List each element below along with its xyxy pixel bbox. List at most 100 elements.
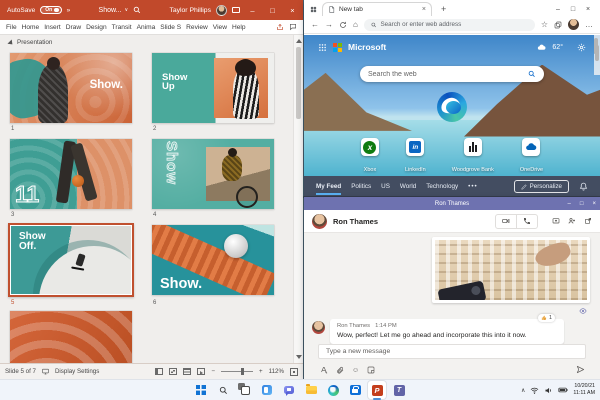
send-message-icon[interactable] xyxy=(576,365,585,374)
back-button[interactable]: ← xyxy=(311,20,319,29)
video-call-button[interactable] xyxy=(496,215,516,228)
format-icon[interactable] xyxy=(320,366,328,374)
clock[interactable]: 10/20/21 11:11 AM xyxy=(573,383,595,397)
profile-avatar[interactable] xyxy=(568,19,579,30)
task-view-button[interactable] xyxy=(236,381,254,399)
scrollbar-thumb[interactable] xyxy=(296,47,301,119)
file-explorer-button[interactable] xyxy=(302,381,320,399)
gear-icon[interactable] xyxy=(577,43,586,52)
ribbon-tab-slideshow[interactable]: Slide S xyxy=(160,24,181,31)
volume-icon[interactable] xyxy=(544,386,553,395)
minimize-button[interactable]: – xyxy=(245,0,260,20)
store-button[interactable] xyxy=(346,381,364,399)
slide-sorter-view-icon[interactable] xyxy=(169,368,177,375)
slideshow-view-icon[interactable] xyxy=(197,368,205,375)
new-tab-button[interactable]: + xyxy=(441,4,446,14)
display-settings-label[interactable]: Display Settings xyxy=(55,368,99,375)
ribbon-tab-insert[interactable]: Insert xyxy=(44,24,61,31)
account-name[interactable]: Taylor Phillips xyxy=(169,7,211,14)
battery-icon[interactable] xyxy=(558,385,568,395)
search-icon[interactable] xyxy=(133,6,141,14)
refresh-button[interactable] xyxy=(339,21,347,29)
fit-slide-to-window-icon[interactable] xyxy=(290,368,298,376)
tab-actions-icon[interactable] xyxy=(310,6,317,13)
share-icon[interactable] xyxy=(276,23,284,31)
favorites-icon[interactable]: ☆ xyxy=(541,20,548,29)
slide-thumbnail-3[interactable]: 11 xyxy=(10,139,132,209)
tab-close-icon[interactable]: × xyxy=(422,6,426,13)
display-settings-icon[interactable] xyxy=(42,368,49,375)
powerpoint-taskbar-button[interactable] xyxy=(368,381,386,399)
scrollbar-thumb[interactable] xyxy=(595,45,599,61)
ribbon-tab-file[interactable]: File xyxy=(6,24,17,31)
zoom-out-button[interactable]: − xyxy=(211,368,215,375)
tray-overflow-chevron[interactable]: ∧ xyxy=(521,387,525,394)
comments-icon[interactable] xyxy=(289,23,297,31)
add-participant-icon[interactable] xyxy=(568,217,576,225)
scroll-up-arrow[interactable] xyxy=(296,39,302,43)
slide-thumbnail-2[interactable]: Show Up xyxy=(152,53,274,123)
audio-call-button[interactable] xyxy=(516,215,537,228)
zoom-slider[interactable] xyxy=(221,371,253,372)
emoji-icon[interactable]: ☺ xyxy=(352,367,359,374)
feed-tab-politics[interactable]: Politics xyxy=(351,183,371,190)
teams-taskbar-button[interactable] xyxy=(390,381,408,399)
address-bar[interactable] xyxy=(364,19,535,31)
minimize-button[interactable]: – xyxy=(568,201,571,207)
page-scrollbar[interactable] xyxy=(594,35,600,75)
sender-avatar[interactable] xyxy=(312,321,325,334)
ribbon-display-options-icon[interactable] xyxy=(232,7,240,13)
temperature[interactable]: 62° xyxy=(552,44,563,51)
thumbs-up-reaction[interactable]: 1 xyxy=(538,314,555,322)
close-button[interactable]: × xyxy=(285,0,300,20)
widgets-button[interactable] xyxy=(258,381,276,399)
zoom-slider-handle[interactable] xyxy=(241,368,244,375)
shortcut-linkedin[interactable]: LinkedIn xyxy=(405,138,426,176)
settings-more-icon[interactable]: … xyxy=(585,20,593,29)
forward-button[interactable]: → xyxy=(325,20,333,29)
minimize-button[interactable]: – xyxy=(551,3,565,16)
bell-icon[interactable] xyxy=(579,182,588,191)
quick-access-overflow-button[interactable]: » xyxy=(67,7,71,14)
close-button[interactable]: × xyxy=(592,201,596,207)
feed-tab-technology[interactable]: Technology xyxy=(426,183,458,190)
screen-share-icon[interactable] xyxy=(552,217,560,225)
contact-name[interactable]: Ron Thames xyxy=(333,217,378,226)
contact-avatar[interactable] xyxy=(312,214,327,229)
message-input-box[interactable] xyxy=(318,344,586,359)
user-avatar[interactable] xyxy=(216,5,227,16)
section-header[interactable]: Presentation xyxy=(8,39,52,46)
message-input[interactable] xyxy=(326,348,578,355)
thumbnail-scrollbar[interactable] xyxy=(293,35,303,363)
web-search-input[interactable] xyxy=(368,71,528,78)
ribbon-tab-draw[interactable]: Draw xyxy=(66,24,81,31)
ribbon-tab-help[interactable]: Help xyxy=(232,24,246,31)
pop-out-icon[interactable] xyxy=(584,217,592,225)
ribbon-tab-transitions[interactable]: Transit xyxy=(112,24,132,31)
slide-thumbnail-6[interactable]: Show. xyxy=(152,225,274,295)
brand-label[interactable]: Microsoft xyxy=(348,42,386,52)
maximize-button[interactable]: □ xyxy=(580,201,584,207)
web-search-box[interactable] xyxy=(360,66,544,82)
shortcut-woodgrove-bank[interactable]: Woodgrove Bank xyxy=(452,138,494,176)
ribbon-tab-home[interactable]: Home xyxy=(22,24,40,31)
start-button[interactable] xyxy=(192,381,210,399)
ribbon-tab-view[interactable]: View xyxy=(213,24,227,31)
personalize-button[interactable]: Personalize xyxy=(514,180,569,193)
attach-paperclip-icon[interactable] xyxy=(336,366,344,374)
search-icon[interactable] xyxy=(528,70,536,78)
weather-cloud-icon[interactable] xyxy=(537,43,546,52)
feed-tab-us[interactable]: US xyxy=(381,183,390,190)
ribbon-tab-animations[interactable]: Anima xyxy=(137,24,156,31)
reading-view-icon[interactable] xyxy=(183,368,191,375)
taskbar-search-button[interactable] xyxy=(214,381,232,399)
address-input[interactable] xyxy=(380,21,527,28)
feed-tab-world[interactable]: World xyxy=(400,183,416,190)
edge-taskbar-button[interactable] xyxy=(324,381,342,399)
shortcut-onedrive[interactable]: OneDrive xyxy=(520,138,543,176)
ribbon-tab-design[interactable]: Design xyxy=(86,24,107,31)
home-button[interactable]: ⌂ xyxy=(353,20,358,29)
maximize-button[interactable]: □ xyxy=(265,0,280,20)
slide-thumbnail-1[interactable]: Show. xyxy=(10,53,132,123)
slide-thumbnail-5-selected[interactable]: Show Off. xyxy=(8,223,134,297)
